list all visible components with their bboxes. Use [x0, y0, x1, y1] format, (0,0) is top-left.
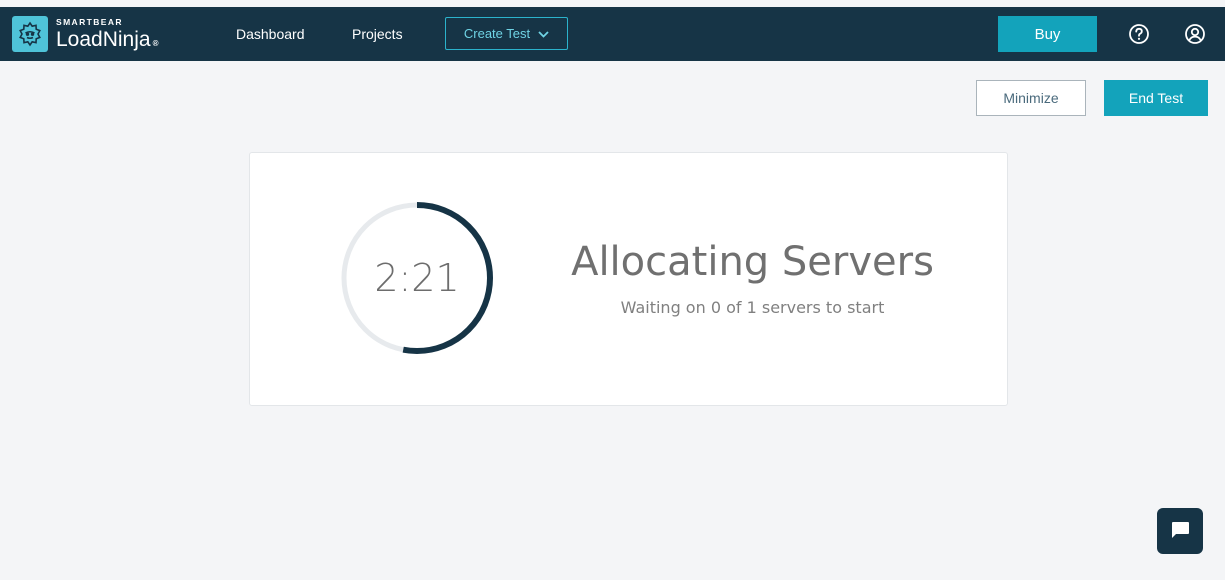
nav-dashboard[interactable]: Dashboard — [236, 7, 305, 61]
nav-projects[interactable]: Projects — [352, 7, 403, 61]
logo-product-name: LoadNinja ® — [56, 27, 159, 51]
status-title: Allocating Servers — [571, 239, 934, 285]
chevron-down-icon — [538, 26, 549, 41]
app-logo[interactable]: SMARTBEAR LoadNinja ® — [12, 16, 158, 52]
chat-bubble-icon — [1169, 520, 1191, 543]
ninja-gear-icon — [12, 16, 48, 52]
user-circle-icon[interactable] — [1184, 23, 1206, 45]
allocation-status-card: 2:21 Allocating Servers Waiting on 0 of … — [249, 152, 1008, 406]
timer-value: 2:21 — [374, 256, 460, 300]
top-navbar: SMARTBEAR LoadNinja ® Dashboard Projects … — [0, 7, 1225, 61]
chat-button[interactable] — [1157, 508, 1203, 554]
minimize-button[interactable]: Minimize — [976, 80, 1086, 116]
end-test-button[interactable]: End Test — [1104, 80, 1208, 116]
buy-button[interactable]: Buy — [998, 16, 1097, 52]
countdown-timer: 2:21 — [339, 200, 495, 356]
create-test-dropdown[interactable]: Create Test — [445, 17, 568, 50]
logo-company-name: SMARTBEAR — [56, 17, 123, 28]
help-circle-icon[interactable] — [1128, 23, 1150, 45]
status-subtitle: Waiting on 0 of 1 servers to start — [620, 298, 885, 317]
create-test-label: Create Test — [463, 26, 531, 41]
